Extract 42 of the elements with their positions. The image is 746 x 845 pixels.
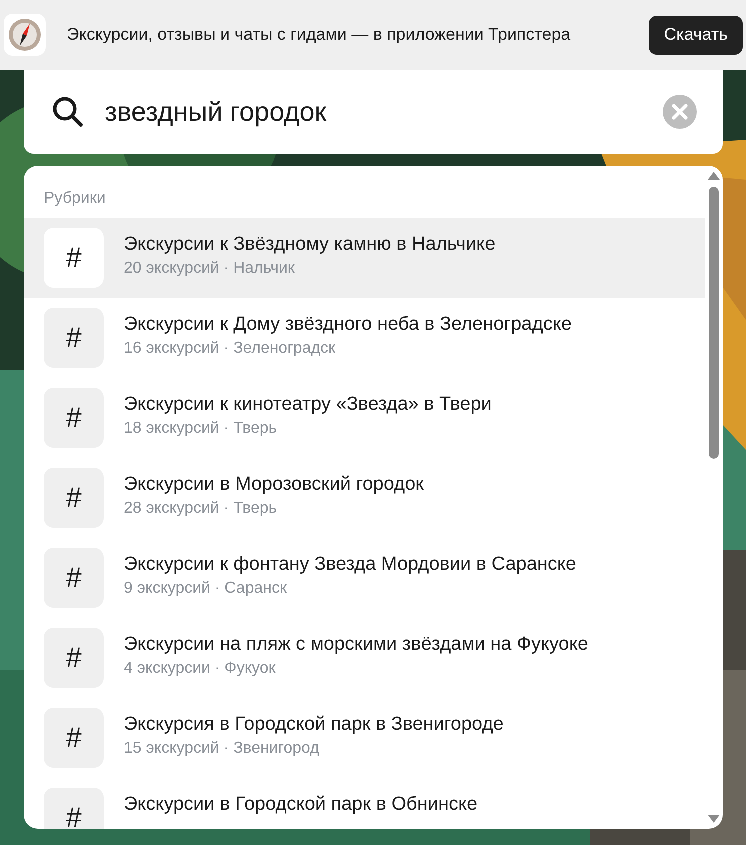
search-input[interactable]: звездный городок (105, 96, 663, 128)
hashtag-icon: # (44, 708, 104, 768)
suggestion-item[interactable]: # Экскурсии к Дому звёздного неба в Зеленоградске 16 экскурсий · Зеленоградск (24, 298, 705, 378)
suggestion-item[interactable]: # Экскурсии в Городской парк в Обнинске (24, 778, 705, 829)
item-title: Экскурсии в Городской парк в Обнинске (124, 794, 478, 816)
item-title: Экскурсии к Дому звёздного неба в Зеленоградске (124, 314, 572, 336)
suggestion-item[interactable]: # Экскурсии на пляж с морскими звёздами на Фукуоке 4 экскурсии · Фукуок (24, 618, 705, 698)
hashtag-icon: # (44, 468, 104, 528)
suggestion-item[interactable]: # Экскурсии к Звёздному камню в Нальчике 20 экскурсий · Нальчик (24, 218, 705, 298)
scroll-thumb[interactable] (709, 187, 719, 459)
item-title: Экскурсии в Морозовский городок (124, 474, 424, 496)
scroll-up-icon[interactable] (708, 172, 720, 180)
suggestion-item[interactable]: # Экскурсии к кинотеатру «Звезда» в Твери 18 экскурсий · Тверь (24, 378, 705, 458)
search-icon (52, 96, 84, 128)
clear-icon[interactable] (663, 95, 697, 129)
item-subtitle: 16 экскурсий · Зеленоградск (124, 340, 337, 358)
item-subtitle: 15 экскурсий · Звенигород (124, 740, 320, 758)
suggestion-item[interactable]: # Экскурсия в Городской парк в Звенигороде 15 экскурсий · Звенигород (24, 698, 705, 778)
compass-logo-icon (4, 14, 46, 56)
item-subtitle: 9 экскурсий · Саранск (124, 580, 288, 598)
hashtag-icon: # (44, 548, 104, 608)
item-subtitle: 18 экскурсий · Тверь (124, 420, 278, 438)
item-title: Экскурсии к Звёздному камню в Нальчике (124, 234, 496, 256)
section-heading: Рубрики (43, 189, 107, 209)
hashtag-icon: # (44, 628, 104, 688)
hashtag-icon: # (44, 308, 104, 368)
item-title: Экскурсии к фонтану Звезда Мордовии в Саранске (124, 554, 576, 576)
hashtag-icon: # (44, 788, 104, 829)
item-subtitle: 28 экскурсий · Тверь (124, 500, 278, 518)
hashtag-icon: # (44, 388, 104, 448)
item-title: Экскурсии на пляж с морскими звёздами на Фукуоке (124, 634, 588, 656)
suggestion-item[interactable]: # Экскурсии в Морозовский городок 28 экскурсий · Тверь (24, 458, 705, 538)
item-subtitle: 4 экскурсии · Фукуок (124, 660, 277, 678)
banner-text: Экскурсии, отзывы и чаты с гидами — в приложении Трипстера (67, 25, 572, 45)
item-title: Экскурсия в Городской парк в Звенигороде (124, 714, 504, 736)
item-subtitle: 20 экскурсий · Нальчик (124, 260, 296, 278)
search-field[interactable]: звездный городок (24, 70, 723, 154)
scroll-down-icon[interactable] (708, 815, 720, 823)
download-button[interactable]: Скачать (649, 16, 743, 54)
hashtag-icon: # (44, 228, 104, 288)
item-title: Экскурсии к кинотеатру «Звезда» в Твери (124, 394, 492, 416)
suggestion-item[interactable]: # Экскурсии к фонтану Звезда Мордовии в Саранске 9 экскурсий · Саранск (24, 538, 705, 618)
